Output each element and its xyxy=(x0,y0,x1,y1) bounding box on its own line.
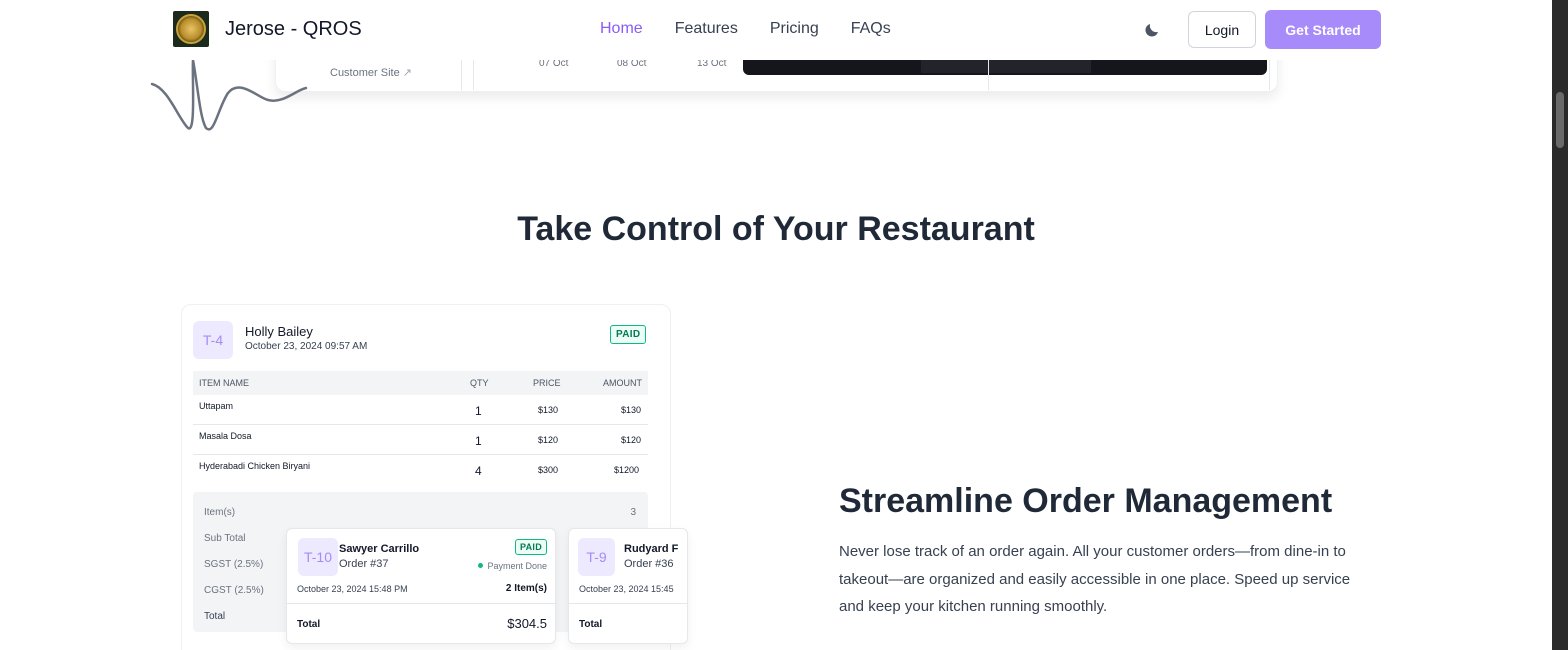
items-count: 2 Item(s) xyxy=(505,583,547,594)
total-label: Total xyxy=(579,619,603,630)
customer-name: Holly Bailey xyxy=(245,324,313,339)
customer-name: Sawyer Carrillo xyxy=(339,543,420,555)
column-header: QTY xyxy=(470,378,489,388)
logo-seal-icon xyxy=(176,14,206,44)
customer-site-link: Customer Site ↗ xyxy=(330,66,412,79)
subtotal-label: Sub Total xyxy=(204,533,246,544)
table-row: Hyderabadi Chicken Biryani 4 $300 $1200 xyxy=(193,455,648,485)
total-label: Total xyxy=(204,611,226,622)
nav-link-home[interactable]: Home xyxy=(600,20,643,38)
table-row: Masala Dosa 1 $120 $120 xyxy=(193,425,648,455)
total-label: Total xyxy=(297,619,321,630)
item-amount: $120 xyxy=(621,435,642,445)
order-date: October 23, 2024 09:57 AM xyxy=(245,341,368,352)
column-header: AMOUNT xyxy=(603,378,642,388)
divider xyxy=(988,58,989,90)
dark-panel xyxy=(743,58,1267,75)
customer-site-label: Customer Site xyxy=(330,67,400,79)
decorative-squiggle xyxy=(150,58,308,131)
divider xyxy=(287,603,555,604)
item-amount: $130 xyxy=(621,405,642,415)
customer-name: Rudyard F xyxy=(624,543,679,555)
total-value: $304.5 xyxy=(507,616,547,631)
scrollbar-thumb[interactable] xyxy=(1556,92,1564,148)
items-count-value: 3 xyxy=(630,507,636,518)
feature-title: Streamline Order Management xyxy=(839,482,1333,520)
order-number: Order #37 xyxy=(339,558,389,570)
external-link-icon: ↗ xyxy=(402,67,412,79)
item-name: Masala Dosa xyxy=(199,431,252,441)
section-title: Take Control of Your Restaurant xyxy=(517,210,1035,248)
column-header: PRICE xyxy=(533,378,561,388)
brand-name[interactable]: Jerose - QROS xyxy=(225,18,362,41)
brand-logo[interactable] xyxy=(173,11,209,47)
nav-links: Home Features Pricing FAQs xyxy=(600,20,923,38)
table-badge: T-9 xyxy=(578,538,615,576)
table-badge: T-10 xyxy=(298,538,338,576)
dark-panel-inner xyxy=(921,58,1091,73)
table-badge: T-4 xyxy=(193,321,233,359)
item-qty: 4 xyxy=(475,464,482,478)
payment-status: Payment Done xyxy=(478,561,547,571)
get-started-button[interactable]: Get Started xyxy=(1265,10,1381,49)
divider xyxy=(473,58,474,90)
sgst-label: SGST (2.5%) xyxy=(204,559,264,570)
order-card[interactable]: T-9 Rudyard F Order #36 October 23, 2024… xyxy=(568,528,688,644)
divider xyxy=(461,58,462,90)
order-date: October 23, 2024 15:48 PM xyxy=(297,584,408,594)
cgst-label: CGST (2.5%) xyxy=(204,585,264,596)
feature-description: Never lose track of an order again. All … xyxy=(839,543,1351,615)
item-amount: $1200 xyxy=(614,465,640,475)
order-number: Order #36 xyxy=(624,558,674,570)
nav-link-features[interactable]: Features xyxy=(675,20,738,38)
item-name: Hyderabadi Chicken Biryani xyxy=(199,461,311,471)
status-badge: PAID xyxy=(514,539,547,555)
divider xyxy=(569,603,687,604)
item-price: $120 xyxy=(538,435,559,445)
nav-link-pricing[interactable]: Pricing xyxy=(770,20,819,38)
top-navbar: Jerose - QROS Home Features Pricing FAQs… xyxy=(0,0,1552,60)
table-header: ITEM NAME QTY PRICE AMOUNT xyxy=(193,371,648,395)
order-card[interactable]: T-10 Sawyer Carrillo Order #37 PAID Paym… xyxy=(286,528,556,644)
item-qty: 1 xyxy=(475,434,482,448)
nav-link-faqs[interactable]: FAQs xyxy=(851,20,891,38)
divider xyxy=(1269,58,1270,90)
item-qty: 1 xyxy=(475,404,482,418)
table-row: Uttapam 1 $130 $130 xyxy=(193,395,648,425)
item-price: $130 xyxy=(538,405,559,415)
moon-icon[interactable] xyxy=(1143,21,1161,39)
status-badge: PAID xyxy=(610,325,647,344)
items-count-label: Item(s) xyxy=(204,507,236,518)
item-price: $300 xyxy=(538,465,559,475)
order-detail-card: T-4 Holly Bailey October 23, 2024 09:57 … xyxy=(181,304,688,650)
order-date: October 23, 2024 15:45 xyxy=(579,584,674,594)
scrollbar[interactable] xyxy=(1552,0,1568,650)
column-header: ITEM NAME xyxy=(199,378,250,388)
item-name: Uttapam xyxy=(199,401,234,411)
login-button[interactable]: Login xyxy=(1188,11,1256,48)
